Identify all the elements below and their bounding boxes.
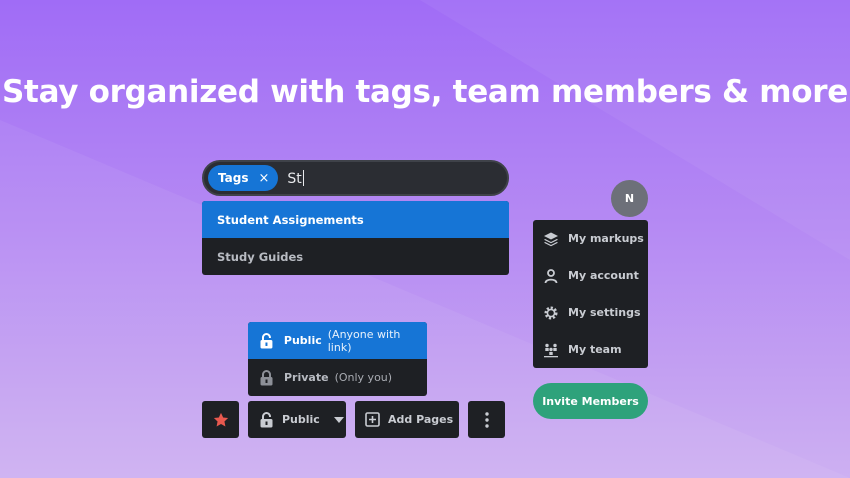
visibility-label: Public: [282, 413, 320, 426]
search-query[interactable]: St: [287, 169, 304, 187]
tag-chip-label: Tags: [218, 171, 249, 185]
suggestion-item[interactable]: Student Assignements: [202, 201, 509, 238]
add-pages-label: Add Pages: [388, 413, 454, 426]
menu-item-my-settings[interactable]: My settings: [533, 294, 648, 331]
lock-icon: [260, 369, 273, 385]
team-icon: [544, 343, 558, 357]
tag-suggestions-dropdown: Student Assignements Study Guides: [202, 201, 509, 275]
visibility-dropdown-button[interactable]: Public: [248, 401, 346, 438]
visibility-option-public[interactable]: Public (Anyone with link): [248, 322, 427, 359]
more-options-button[interactable]: [468, 401, 505, 438]
plus-square-icon: [365, 412, 380, 427]
unlock-icon: [260, 332, 273, 348]
caret-down-icon: [333, 416, 344, 423]
menu-item-my-markups[interactable]: My markups: [533, 220, 648, 257]
invite-members-button[interactable]: Invite Members: [533, 383, 648, 419]
page-headline: Stay organized with tags, team members &…: [2, 74, 848, 110]
star-icon: [213, 412, 228, 426]
menu-item-my-team[interactable]: My team: [533, 331, 648, 368]
close-icon[interactable]: ×: [258, 171, 269, 186]
menu-item-my-account[interactable]: My account: [533, 257, 648, 294]
visibility-popover: Public (Anyone with link) Private (Only …: [248, 322, 427, 396]
avatar[interactable]: N: [611, 180, 648, 217]
profile-menu: My markups My account My settings My tea…: [533, 220, 648, 368]
user-icon: [544, 268, 558, 283]
favorite-button[interactable]: [202, 401, 239, 438]
tag-search-input[interactable]: Tags × St: [202, 160, 509, 196]
visibility-option-private[interactable]: Private (Only you): [248, 359, 427, 396]
tag-chip[interactable]: Tags ×: [208, 165, 279, 191]
gear-icon: [544, 306, 558, 319]
suggestion-item[interactable]: Study Guides: [202, 238, 509, 275]
layers-icon: [544, 232, 558, 246]
unlock-icon: [260, 411, 273, 427]
add-pages-button[interactable]: Add Pages: [355, 401, 459, 438]
more-vertical-icon: [484, 411, 489, 428]
text-caret: [302, 169, 304, 186]
